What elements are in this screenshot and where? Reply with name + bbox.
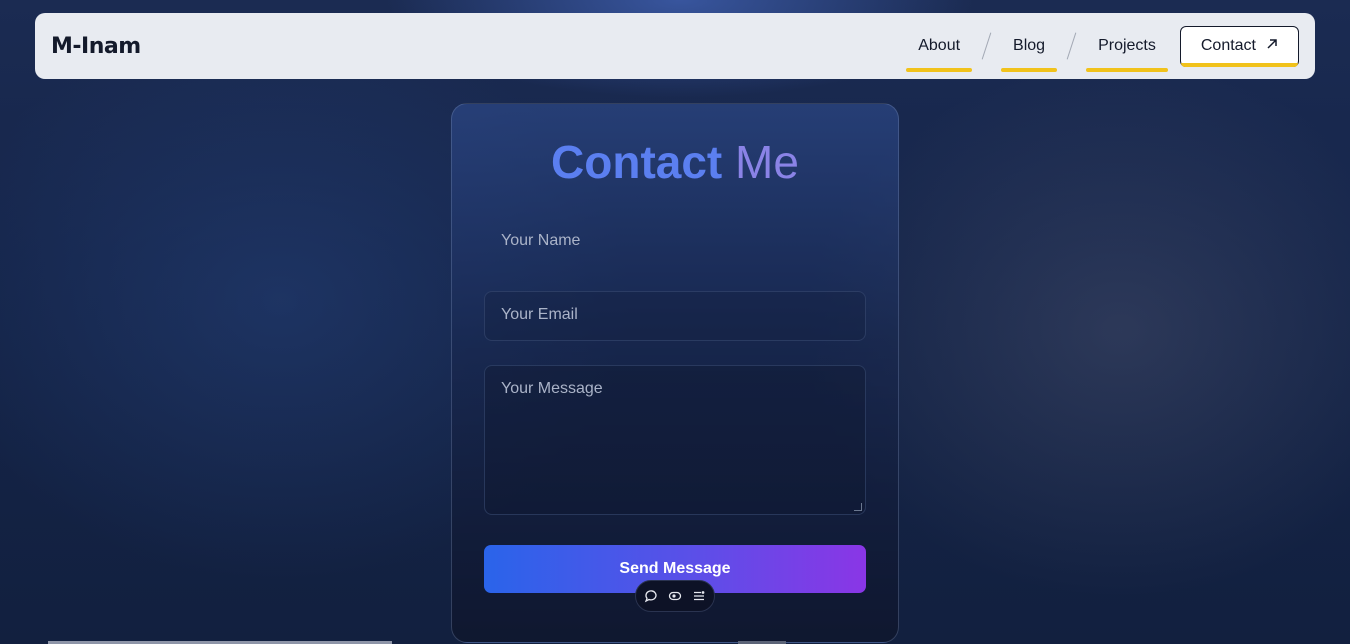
name-field[interactable]: Your Name [484,217,866,267]
arrow-up-right-icon [1266,37,1278,55]
nav-link-blog[interactable]: Blog [1001,26,1058,72]
name-placeholder: Your Name [501,232,581,249]
eye-icon[interactable] [666,587,684,605]
main-nav: About Blog Projects Contact [906,13,1299,79]
message-placeholder: Your Message [501,380,603,397]
navbar: M-Inam About Blog Projects Contact [35,13,1315,79]
contact-button-label: Contact [1200,37,1256,54]
email-field[interactable]: Your Email [484,291,866,341]
nav-link-projects[interactable]: Projects [1086,26,1168,72]
email-placeholder: Your Email [501,306,578,323]
settings-list-icon[interactable] [690,587,708,605]
nav-divider [981,32,992,60]
title-light: Me [735,136,799,188]
resize-handle-icon[interactable] [854,503,862,511]
contact-card: Contact Me Your Name Your Email Your Mes… [451,103,899,643]
floating-toolbar [635,580,715,612]
page-title: Contact Me [452,134,898,190]
comment-icon[interactable] [642,587,660,605]
brand-logo[interactable]: M-Inam [51,34,141,59]
nav-divider [1066,32,1077,60]
nav-link-about[interactable]: About [906,26,972,72]
message-field[interactable]: Your Message [484,365,866,515]
contact-button[interactable]: Contact [1179,25,1299,67]
title-bold: Contact [551,136,723,188]
